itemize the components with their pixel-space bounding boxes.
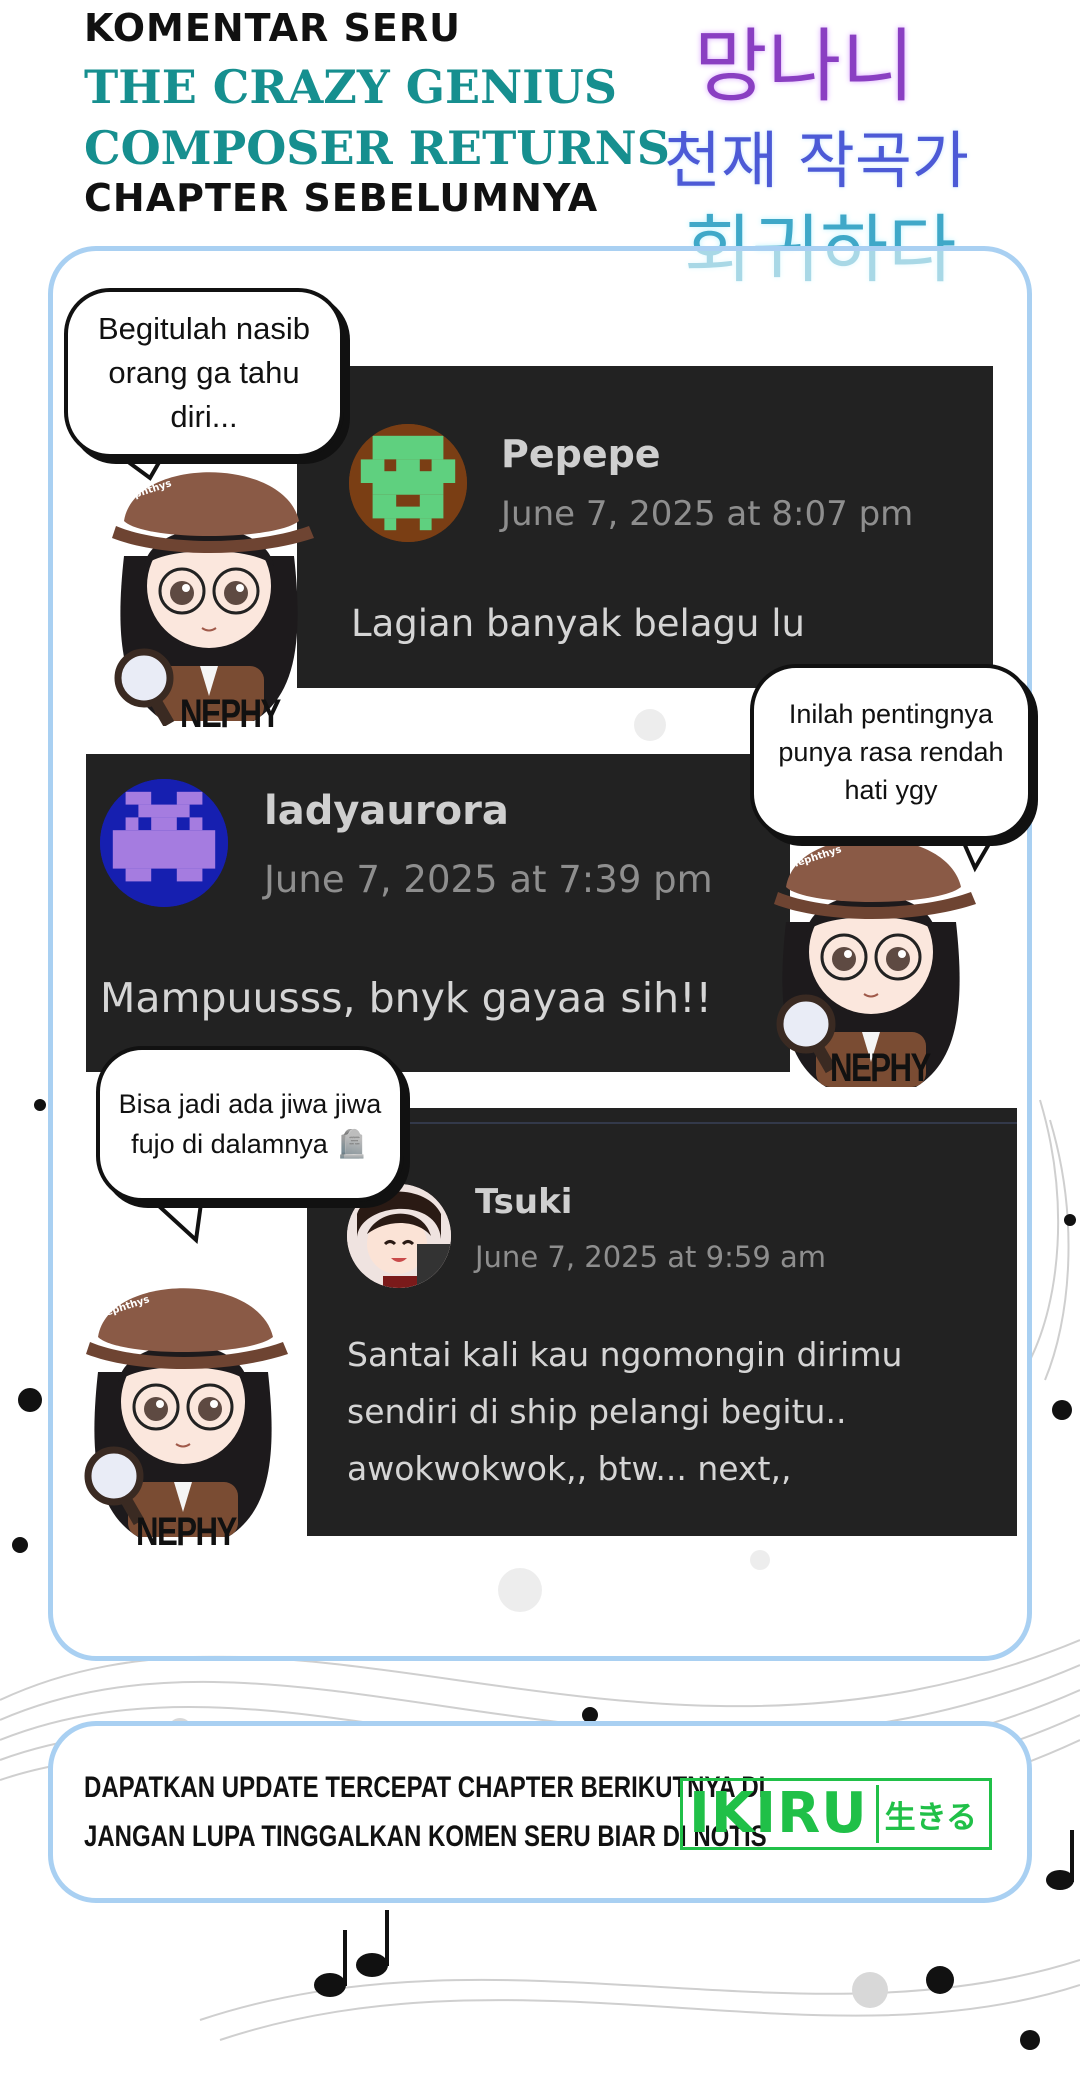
footer-comment-text: JANGAN LUPA TINGGALKAN KOMEN SERU BIAR D…: [84, 1820, 767, 1853]
speech-bubble: Bisa jadi ada jiwa jiwa fujo di dalamnya…: [96, 1046, 404, 1202]
ikiru-logo-link[interactable]: IKIRU 生きる: [680, 1778, 992, 1850]
speech-bubble: Begitulah nasib orang ga tahu diri...: [64, 288, 344, 458]
speech-bubble: Inilah pentingnya punya rasa rendah hati…: [750, 664, 1032, 840]
ikiru-logo-japanese: 生きる: [875, 1785, 977, 1843]
footer-update-text: DAPATKAN UPDATE TERCEPAT CHAPTER BERIKUT…: [84, 1771, 766, 1804]
ikiru-logo-text: IKIRU: [689, 1781, 868, 1846]
